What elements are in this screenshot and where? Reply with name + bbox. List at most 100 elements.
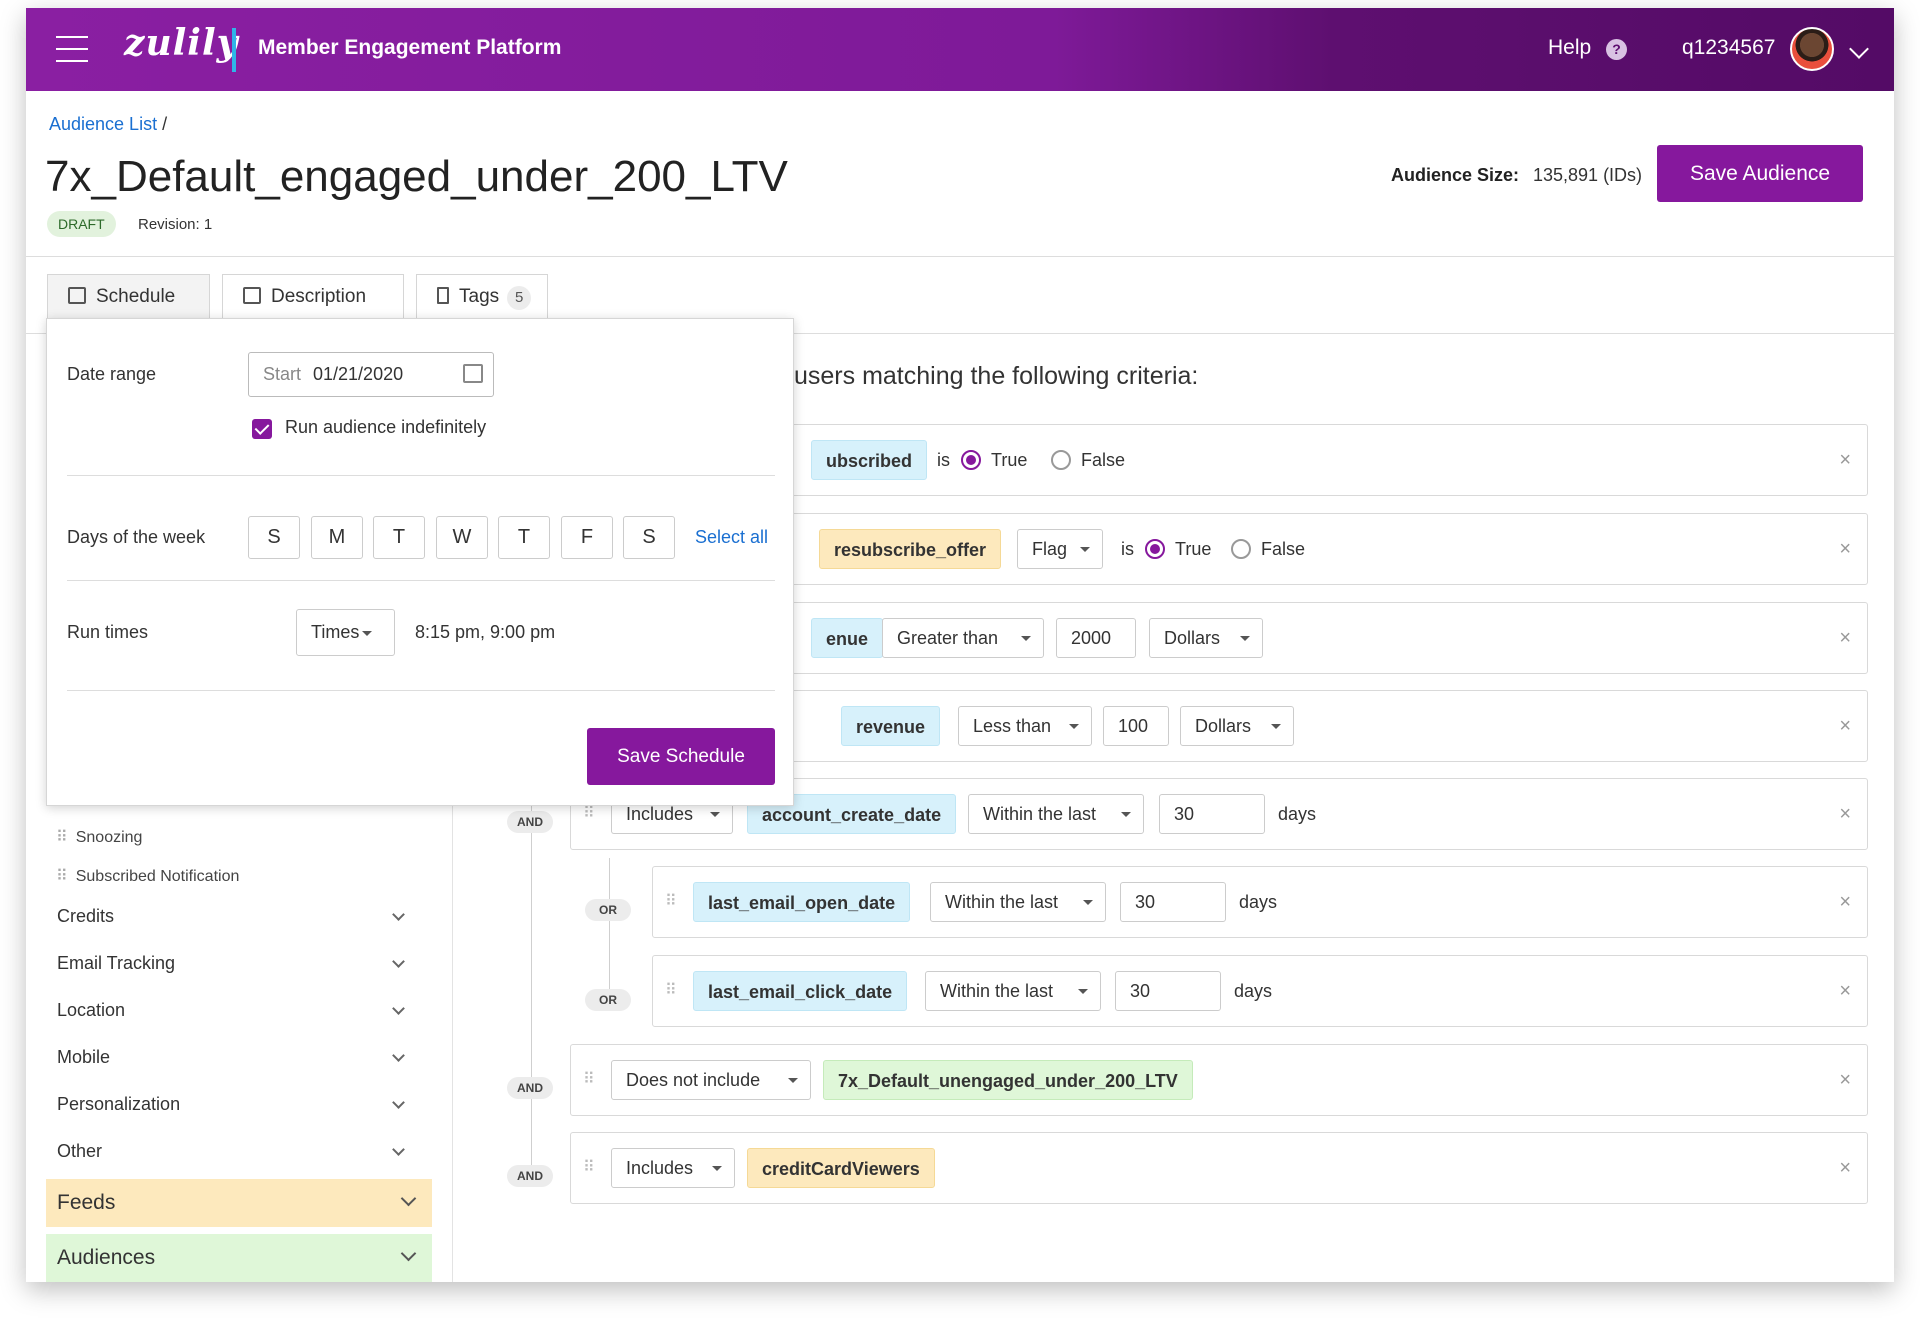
header-divider [26,256,1894,257]
day-tuesday-button[interactable]: T [373,516,425,559]
or-connector[interactable]: OR [585,989,631,1011]
sidebar-item-label: Personalization [57,1094,181,1114]
calendar-icon[interactable] [463,364,483,383]
unit-label: days [1278,804,1317,824]
unit-select[interactable]: Dollars [1149,618,1263,658]
remove-row-icon[interactable]: × [1839,1157,1851,1180]
help-link[interactable]: Help [1548,36,1591,60]
day-friday-button[interactable]: F [561,516,613,559]
save-schedule-button[interactable]: Save Schedule [587,728,775,785]
help-icon[interactable]: ? [1606,39,1627,60]
username[interactable]: q1234567 [1682,36,1775,60]
day-sunday-button[interactable]: S [248,516,300,559]
value-input[interactable]: 2000 [1056,618,1136,658]
start-date-placeholder: Start [263,364,302,384]
sidebar-item-personalization[interactable]: Personalization [57,1094,427,1115]
unit-label: days [1239,892,1278,912]
drag-handle-icon[interactable]: ⠿ [583,1069,595,1089]
radio-false[interactable] [1051,450,1071,470]
remove-row-icon[interactable]: × [1839,538,1851,561]
sidebar-section-feeds[interactable]: Feeds [46,1179,432,1227]
remove-row-icon[interactable]: × [1839,449,1851,472]
drag-handle-icon[interactable]: ⠿ [665,891,677,911]
remove-row-icon[interactable]: × [1839,803,1851,826]
tab-description[interactable]: Description [222,274,404,320]
sidebar-section-audiences[interactable]: Audiences [46,1234,432,1282]
remove-row-icon[interactable]: × [1839,715,1851,738]
criteria-attribute[interactable]: last_email_click_date [693,971,908,1011]
sidebar-item-credits[interactable]: Credits [57,906,427,927]
drag-handle-icon[interactable]: ⠿ [583,1157,595,1177]
and-connector[interactable]: AND [507,811,553,833]
criteria-attribute[interactable]: revenue [841,706,941,746]
include-select[interactable]: Includes [611,1148,735,1188]
chevron-down-icon [392,1049,405,1062]
value-input[interactable]: 30 [1159,794,1265,834]
sidebar-item-email-tracking[interactable]: Email Tracking [57,953,427,974]
criteria-row-credit-card-viewers: ⠿ Includes creditCardViewers × [570,1132,1868,1204]
audience-chip[interactable]: 7x_Default_unengaged_under_200_LTV [823,1060,1193,1100]
times-select[interactable]: Times [296,609,395,656]
radio-true[interactable] [961,450,981,470]
breadcrumb-audience-list[interactable]: Audience List [49,114,157,134]
remove-row-icon[interactable]: × [1839,980,1851,1003]
start-date-input[interactable]: Start 01/21/2020 [248,352,494,397]
criteria-row-last-email-open-date: ⠿ last_email_open_date Within the last 3… [652,866,1868,938]
chevron-down-icon [392,1143,405,1156]
sidebar-item-location[interactable]: Location [57,1000,427,1021]
operator-label: is [1121,539,1134,559]
divider [67,475,775,476]
feed-chip[interactable]: creditCardViewers [747,1148,935,1188]
chevron-down-icon[interactable] [1849,39,1869,59]
operator-select[interactable]: Greater than [882,618,1044,658]
drag-handle-icon[interactable]: ⠿ [665,980,677,1000]
avatar[interactable] [1790,27,1834,71]
drag-handle-icon[interactable]: ⠿ [583,803,595,823]
app-window: zulily Member Engagement Platform Help ?… [26,8,1894,1282]
and-connector[interactable]: AND [507,1165,553,1187]
remove-row-icon[interactable]: × [1839,627,1851,650]
select-all-link[interactable]: Select all [695,527,768,548]
value-input[interactable]: 100 [1103,706,1169,746]
criteria-attribute[interactable]: ubscribed [811,440,928,480]
sidebar-sub-item-snoozing[interactable]: ⠿ Snoozing [56,827,142,847]
unit-select[interactable]: Dollars [1180,706,1294,746]
day-monday-button[interactable]: M [311,516,363,559]
value-input[interactable]: 30 [1120,882,1226,922]
operator-select[interactable]: Within the last [930,882,1106,922]
sidebar-sub-item-subscribed-notification[interactable]: ⠿ Subscribed Notification [56,866,239,886]
drag-handle-icon[interactable]: ⠿ [56,829,68,846]
criteria-attribute[interactable]: last_email_open_date [693,882,911,922]
criteria-attribute[interactable]: enue [811,618,884,658]
sidebar-item-mobile[interactable]: Mobile [57,1047,427,1068]
sidebar-sub-item-label: Subscribed Notification [75,868,240,885]
day-saturday-button[interactable]: S [623,516,675,559]
include-select[interactable]: Does not include [611,1060,811,1100]
operator-select[interactable]: Within the last [968,794,1144,834]
day-thursday-button[interactable]: T [498,516,550,559]
operator-select[interactable]: Less than [958,706,1092,746]
run-indefinitely-label: Run audience indefinitely [285,417,487,437]
bookmark-icon [437,287,449,304]
and-connector[interactable]: AND [507,1077,553,1099]
radio-true[interactable] [1145,539,1165,559]
operator-select[interactable]: Within the last [925,971,1101,1011]
remove-row-icon[interactable]: × [1839,891,1851,914]
type-select[interactable]: Flag [1017,529,1103,569]
criteria-attribute[interactable]: resubscribe_offer [819,529,1002,569]
drag-handle-icon[interactable]: ⠿ [56,868,68,885]
calendar-icon [68,287,86,304]
save-audience-button[interactable]: Save Audience [1657,145,1863,202]
or-connector[interactable]: OR [585,899,631,921]
tags-count-badge: 5 [507,286,532,310]
run-indefinitely-checkbox[interactable] [252,419,272,439]
remove-row-icon[interactable]: × [1839,1069,1851,1092]
sidebar-sub-item-label: Snoozing [75,829,143,846]
menu-icon[interactable] [56,36,88,62]
radio-false[interactable] [1231,539,1251,559]
tab-tags[interactable]: Tags 5 [416,274,548,320]
tab-schedule[interactable]: Schedule [47,274,210,320]
value-input[interactable]: 30 [1115,971,1221,1011]
day-wednesday-button[interactable]: W [436,516,488,559]
sidebar-item-other[interactable]: Other [57,1141,427,1162]
